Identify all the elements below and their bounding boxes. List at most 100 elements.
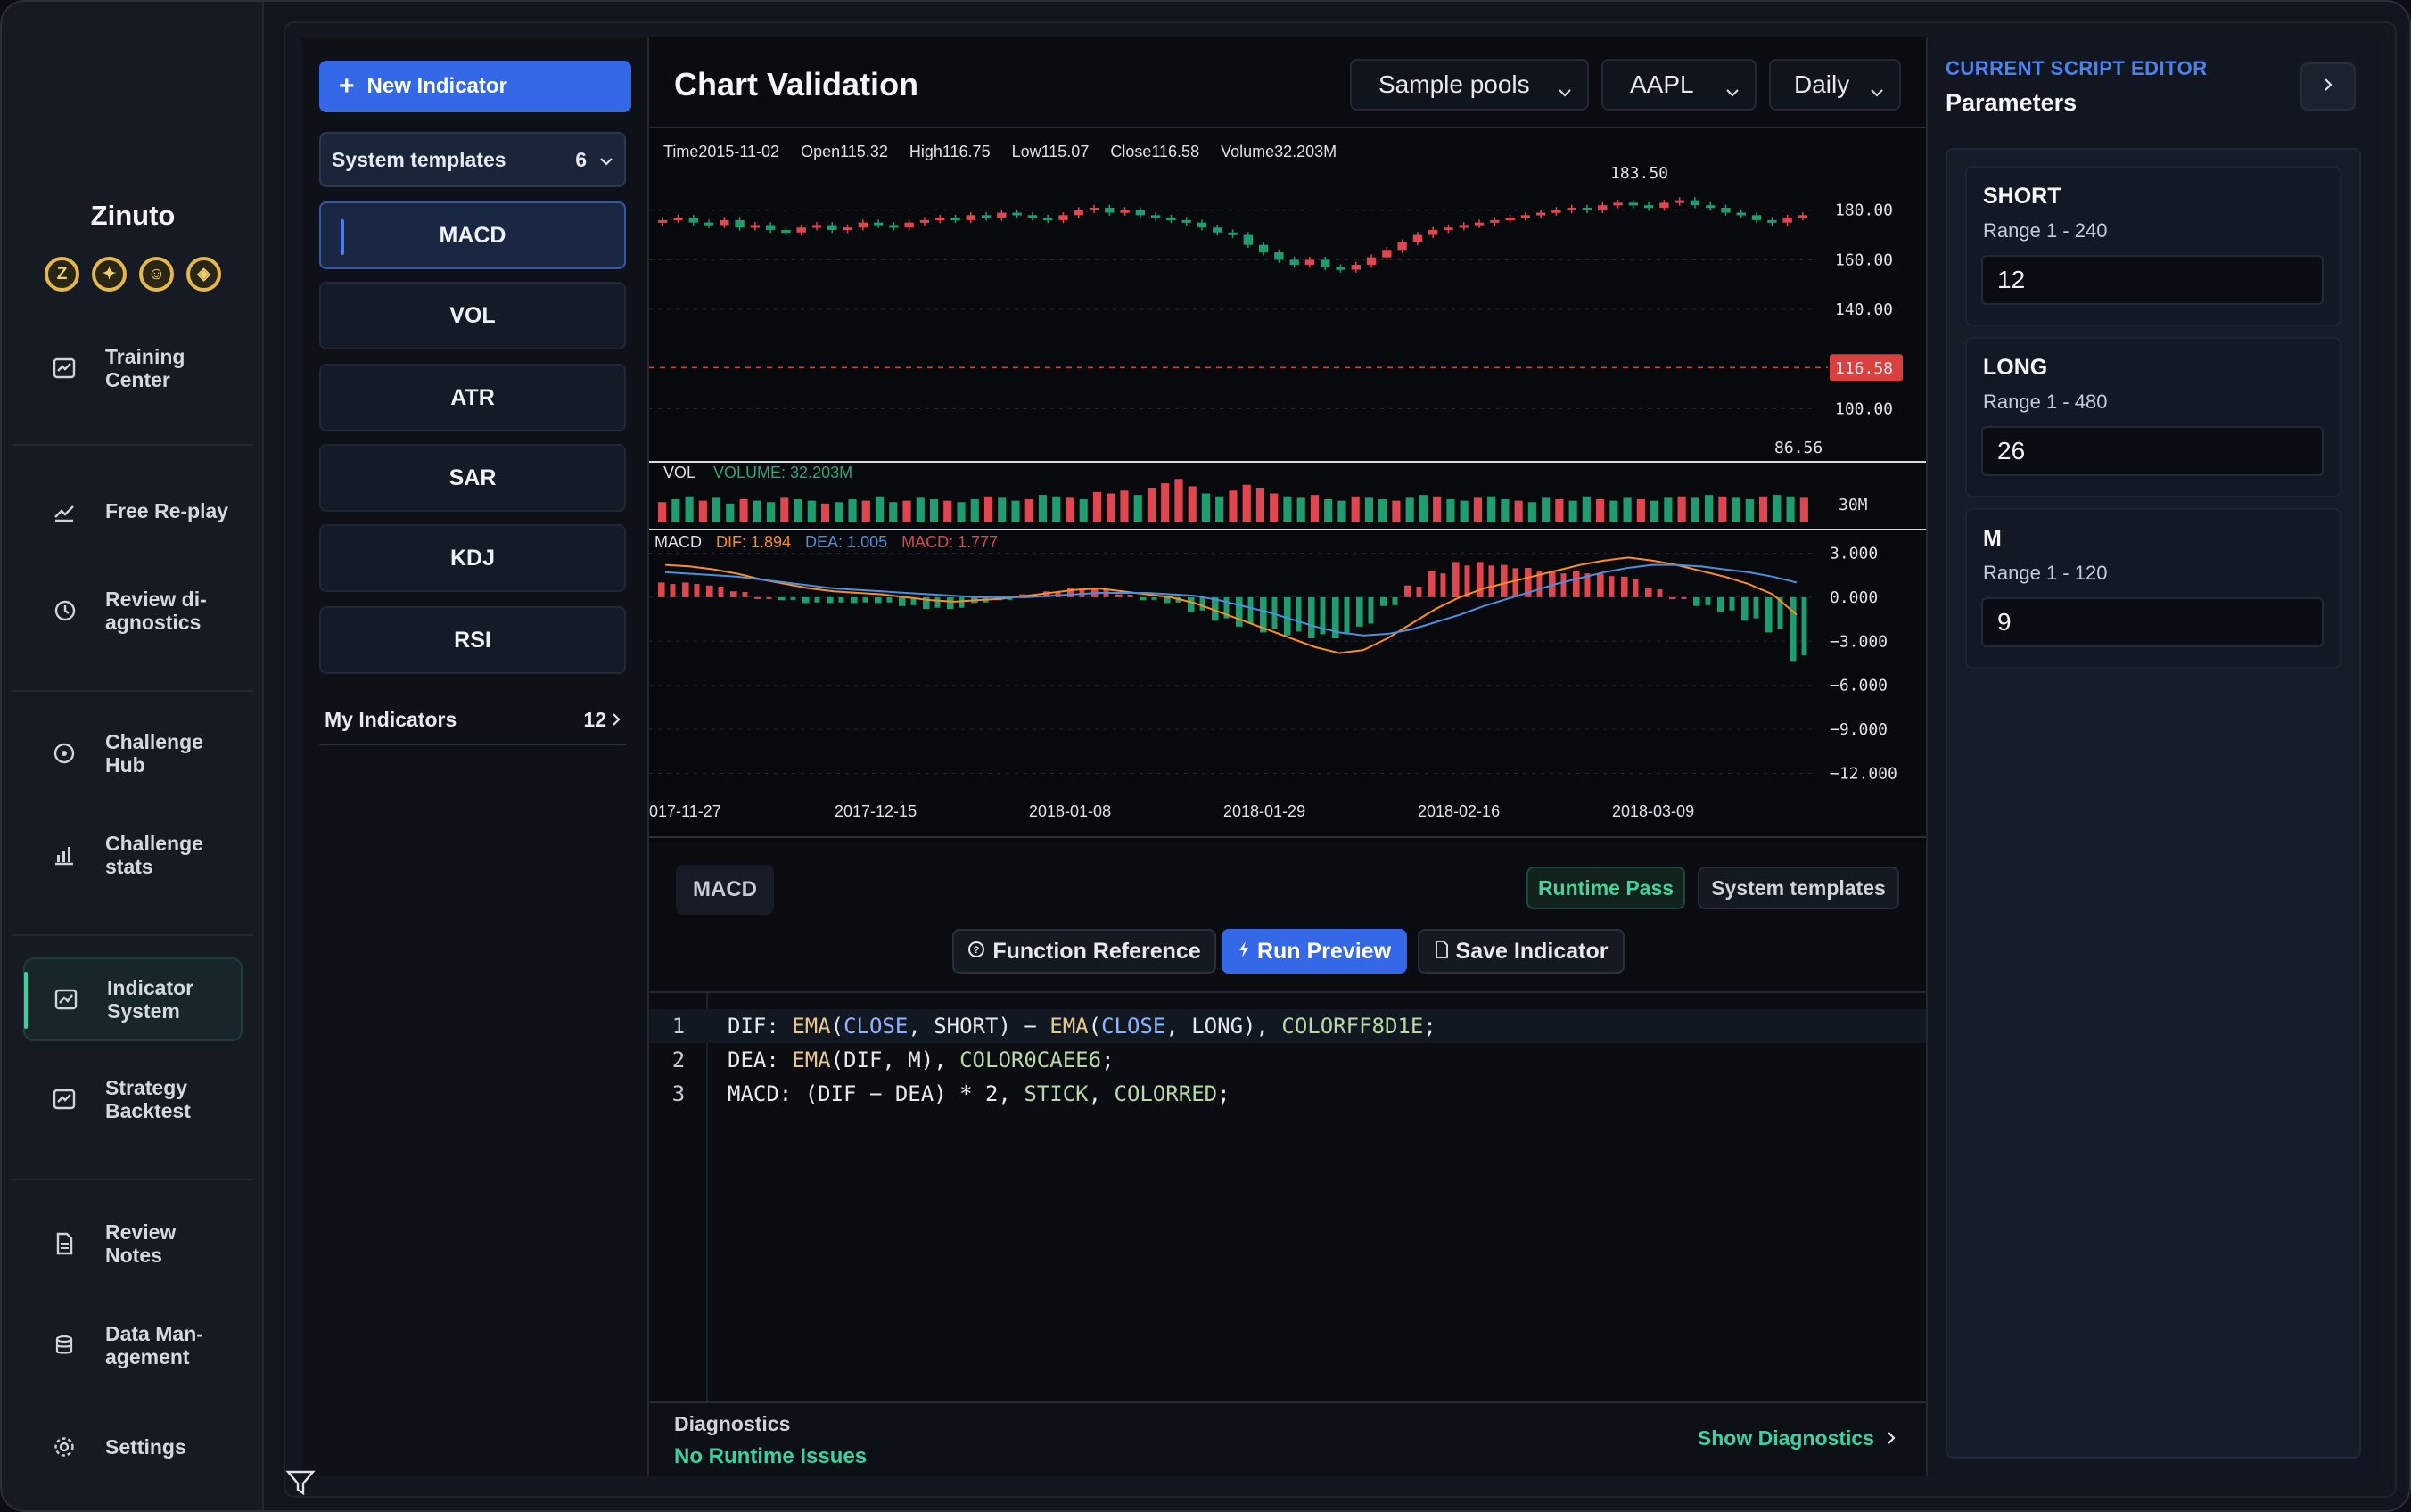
chevron-right-icon	[2323, 77, 2333, 97]
macd-histogram-bar	[1790, 596, 1797, 662]
my-indicators-label: My Indicators	[325, 707, 457, 731]
macd-histogram-bar	[1488, 565, 1494, 597]
candle	[673, 218, 683, 221]
candle	[1274, 252, 1284, 260]
system-templates-dropdown[interactable]: System templates 6	[319, 132, 626, 187]
indicator-item-rsi[interactable]: RSI	[319, 606, 626, 674]
candle	[1027, 215, 1038, 218]
my-indicators-count: 12	[583, 707, 606, 731]
m-input[interactable]: 9	[1981, 597, 2324, 647]
macd-histogram-bar	[1428, 571, 1436, 597]
line-number: 1	[671, 1014, 686, 1039]
candle	[1412, 234, 1423, 242]
candle	[1351, 264, 1361, 270]
collapse-panel-button[interactable]	[2300, 62, 2356, 111]
param-card-short: SHORT Range 1 - 240 12	[1965, 166, 2341, 326]
macd-histogram-bar	[766, 596, 772, 599]
volume-bar	[1433, 496, 1442, 522]
volume-bar	[1052, 496, 1061, 522]
sidebar-item-label: Settings	[105, 1435, 186, 1459]
macd-histogram-bar	[814, 596, 820, 603]
period-select[interactable]: Daily	[1769, 59, 1901, 111]
code-line[interactable]: 2 DEA: EMA(DIF, M), COLOR0CAEE6;	[649, 1043, 1926, 1077]
sidebar-item-challenge-hub[interactable]: Challenge Hub	[23, 711, 243, 795]
sidebar-item-free-replay[interactable]: Free Re-play	[23, 469, 243, 553]
history-icon	[50, 596, 78, 625]
filter-icon[interactable]	[285, 1469, 316, 1500]
symbol-select[interactable]: AAPL	[1601, 59, 1757, 111]
macd-histogram-bar	[959, 596, 965, 608]
candle	[1782, 218, 1792, 223]
volume-bar	[1487, 496, 1496, 522]
my-indicators-row[interactable]: My Indicators 12	[319, 695, 626, 745]
code-editor[interactable]: 1 DIF: EMA(CLOSE, SHORT) − EMA(CLOSE, LO…	[649, 991, 1926, 1403]
candle	[1366, 257, 1377, 265]
new-indicator-button[interactable]: + New Indicator	[319, 61, 631, 112]
code-line[interactable]: 3 MACD: (DIF − DEA) * 2, STICK, COLORRED…	[649, 1077, 1926, 1111]
price-tick-label: 180.00	[1835, 201, 1893, 220]
short-input[interactable]: 12	[1981, 255, 2324, 305]
indicator-item-macd[interactable]: MACD	[319, 201, 626, 269]
app-window: Zinuto Z ✦ ☺ ◈ Training Center Free Re-p…	[0, 0, 2411, 1512]
long-input[interactable]: 26	[1981, 426, 2324, 476]
candle	[1706, 205, 1716, 209]
macd-histogram-bar	[1501, 564, 1508, 597]
macd-histogram-bar	[1236, 596, 1243, 627]
run-preview-button[interactable]: Run Preview	[1222, 929, 1407, 974]
sidebar-item-challenge-stats[interactable]: Challenge stats	[23, 813, 243, 897]
volume-bar	[780, 497, 789, 522]
sidebar-item-label: Free Re-play	[105, 499, 229, 522]
volume-bar	[1120, 490, 1129, 522]
macd-histogram-bar	[851, 596, 858, 604]
macd-histogram-bar	[1296, 596, 1302, 632]
sidebar-item-data-management[interactable]: Data Man-agement	[23, 1303, 243, 1387]
candle	[1120, 210, 1130, 213]
system-templates-tab[interactable]: System templates	[1698, 867, 1899, 909]
macd-histogram-bar	[875, 596, 882, 604]
ohlc-low: Low115.07	[1011, 143, 1090, 160]
indicator-item-vol[interactable]: VOL	[319, 282, 626, 349]
macd-histogram-bar	[1140, 596, 1147, 601]
period-select-value: Daily	[1794, 70, 1850, 98]
candle	[1012, 212, 1022, 216]
target-icon	[50, 739, 78, 768]
save-indicator-button[interactable]: Save Indicator	[1418, 929, 1625, 974]
chevron-down-icon	[1724, 77, 1740, 105]
indicator-item-atr[interactable]: ATR	[319, 364, 626, 431]
candle	[1089, 207, 1099, 210]
pool-select[interactable]: Sample pools	[1350, 59, 1589, 111]
candle	[827, 225, 837, 230]
new-indicator-label: New Indicator	[366, 74, 507, 98]
sidebar-item-review-notes[interactable]: Review Notes	[23, 1202, 243, 1286]
candle	[1336, 267, 1345, 270]
volume-bar	[1324, 499, 1333, 522]
volume-bar	[1718, 496, 1727, 522]
show-diagnostics-link[interactable]: Show Diagnostics	[1698, 1426, 1896, 1450]
macd-histogram-bar	[754, 596, 761, 599]
candle	[981, 215, 992, 218]
chart-area[interactable]: 180.00 160.00 140.00 100.00 116.58 183.50 86.5…	[649, 128, 1926, 842]
function-reference-label: Function Reference	[992, 938, 1201, 964]
indicator-item-kdj[interactable]: KDJ	[319, 524, 626, 592]
sidebar-item-label: Challenge Hub	[105, 730, 203, 777]
volume-bar	[807, 500, 816, 522]
macd-histogram-bar	[718, 587, 724, 597]
sidebar-item-review-diagnostics[interactable]: Review di-agnostics	[23, 569, 243, 653]
volume-bar	[1732, 497, 1740, 522]
volume-bar	[1555, 499, 1564, 522]
diagnostics-title: Diagnostics	[674, 1412, 791, 1435]
macd-histogram-bar	[658, 582, 665, 597]
volume-bar	[658, 502, 667, 522]
sidebar-item-strategy-backtest[interactable]: Strategy Backtest	[23, 1057, 243, 1141]
sidebar-item-settings[interactable]: Settings	[23, 1405, 243, 1489]
sidebar-item-indicator-system[interactable]: Indicator System	[23, 957, 243, 1041]
coin-face-icon: ☺	[139, 257, 174, 292]
volume-bar	[1392, 500, 1401, 522]
code-line[interactable]: 1 DIF: EMA(CLOSE, SHORT) − EMA(CLOSE, LO…	[649, 1009, 1926, 1043]
candle	[1767, 219, 1777, 223]
indicator-item-sar[interactable]: SAR	[319, 444, 626, 512]
candle	[1520, 215, 1531, 218]
function-reference-button[interactable]: ? Function Reference	[952, 929, 1216, 974]
volume-bar	[1174, 479, 1183, 522]
sidebar-item-training-center[interactable]: Training Center	[23, 326, 243, 410]
